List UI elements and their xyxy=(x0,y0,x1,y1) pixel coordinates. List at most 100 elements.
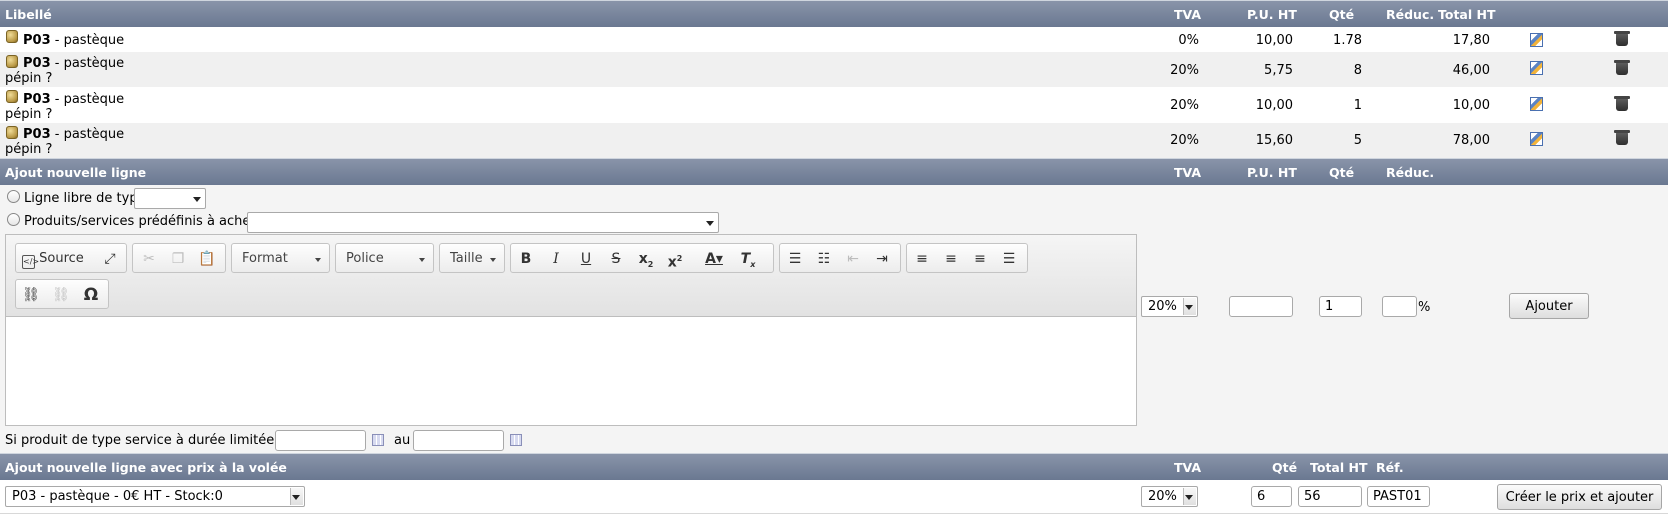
text-color-icon[interactable]: A▾ xyxy=(699,249,729,269)
edit-icon[interactable] xyxy=(1530,61,1543,75)
unlink-icon[interactable]: ⛓ xyxy=(50,285,72,305)
line-pu-ht: 5,75 xyxy=(1264,63,1293,78)
edit-icon[interactable] xyxy=(1530,97,1543,111)
product-cube-icon xyxy=(6,126,18,139)
free-line-type-select[interactable] xyxy=(134,188,206,209)
header-libelle: Libellé xyxy=(5,7,52,22)
predefined-label: Produits/services prédéfinis à acheter xyxy=(24,214,269,229)
predefined-product-select[interactable] xyxy=(247,212,719,233)
italic-icon[interactable]: I xyxy=(545,249,567,269)
line-pu-ht: 10,00 xyxy=(1255,98,1293,113)
paste-icon[interactable]: 📋 xyxy=(197,249,217,269)
remove-format-icon[interactable]: Tx xyxy=(735,249,761,269)
fly-quantity-input[interactable]: 6 xyxy=(1251,486,1292,507)
underline-icon[interactable]: U xyxy=(575,249,597,269)
toolbar-group-styles: B I U S x2 x2 A▾ Tx xyxy=(510,243,774,273)
special-char-icon[interactable]: Ω xyxy=(80,285,102,305)
fly-ref-input[interactable]: PAST01 xyxy=(1367,486,1430,507)
service-dates-label: Si produit de type service à durée limit… xyxy=(5,433,306,448)
numbered-list-icon[interactable]: ☰ xyxy=(784,249,806,269)
delete-icon[interactable] xyxy=(1614,96,1630,111)
quantity-input[interactable]: 1 xyxy=(1319,296,1362,317)
strikethrough-icon[interactable]: S xyxy=(605,249,627,269)
fly-total-input[interactable]: 56 xyxy=(1298,486,1362,507)
toolbar-group-links: ⛓ ⛓ Ω xyxy=(15,279,109,309)
line-ref[interactable]: P03 xyxy=(23,56,51,71)
table-row: P03 - pastèque pépin ? 20% 15,60 5 78,00 xyxy=(0,123,1668,158)
fly-product-select[interactable]: P03 - pastèque - 0€ HT - Stock:0 xyxy=(5,486,305,507)
table-bottom-border xyxy=(0,513,1668,522)
free-line-radio[interactable] xyxy=(7,190,20,203)
line-desc: - pastèque xyxy=(50,56,125,71)
tva-select[interactable]: 20% xyxy=(1141,296,1198,317)
header-reduc: Réduc. xyxy=(1386,165,1435,180)
calendar-icon[interactable] xyxy=(372,434,384,446)
editor-content-area[interactable] xyxy=(6,318,1136,425)
header-total-ht: Total HT xyxy=(1438,7,1496,22)
discount-input[interactable] xyxy=(1382,296,1417,317)
font-combo[interactable]: Police xyxy=(335,243,434,273)
add-line-header: Ajout nouvelle ligne TVA P.U. HT Qté Réd… xyxy=(0,158,1668,185)
line-total-ht: 78,00 xyxy=(1452,133,1490,148)
format-combo[interactable]: Format xyxy=(231,243,330,273)
line-qte: 5 xyxy=(1353,133,1362,148)
toolbar-group-document: </> Source ⤢ xyxy=(15,243,127,273)
edit-icon[interactable] xyxy=(1530,132,1543,146)
line-tva: 20% xyxy=(1170,63,1199,78)
create-price-add-button[interactable]: Créer le prix et ajouter xyxy=(1497,484,1662,510)
line-tva: 20% xyxy=(1170,133,1199,148)
superscript-icon[interactable]: x2 xyxy=(664,249,686,271)
date-to-input[interactable] xyxy=(413,430,504,451)
line-desc: - pastèque xyxy=(50,33,125,48)
line-qte: 8 xyxy=(1353,63,1362,78)
delete-icon[interactable] xyxy=(1614,31,1630,46)
toolbar-group-clipboard: ✂ ❐ 📋 xyxy=(132,243,226,273)
delete-icon[interactable] xyxy=(1614,130,1630,145)
bulleted-list-icon[interactable]: ☷ xyxy=(813,249,835,269)
product-cube-icon xyxy=(6,30,18,43)
table-row: P03 - pastèque pépin ? 20% 5,75 8 46,00 xyxy=(0,52,1668,87)
justify-icon[interactable]: ☰ xyxy=(998,249,1020,269)
predefined-radio[interactable] xyxy=(7,213,20,226)
bold-icon[interactable]: B xyxy=(515,249,537,269)
calendar-icon[interactable] xyxy=(510,434,522,446)
line-tva: 0% xyxy=(1178,33,1199,48)
line-pu-ht: 10,00 xyxy=(1255,33,1293,48)
service-dates-row: Si produit de type service à durée limit… xyxy=(0,428,1668,453)
align-left-icon[interactable]: ≡ xyxy=(911,249,933,269)
align-center-icon[interactable]: ≡ xyxy=(940,249,962,269)
line-total-ht: 17,80 xyxy=(1452,33,1490,48)
header-tva: TVA xyxy=(1174,165,1202,180)
maximize-icon[interactable]: ⤢ xyxy=(100,249,120,269)
line-desc: - pastèque xyxy=(50,92,125,107)
toolbar-group-align: ≡ ≡ ≡ ☰ xyxy=(906,243,1028,273)
copy-icon[interactable]: ❐ xyxy=(168,249,188,269)
line-qte: 1.78 xyxy=(1333,33,1362,48)
line-label: P03 - pastèque xyxy=(23,33,124,48)
indent-icon[interactable]: ⇥ xyxy=(871,249,893,269)
editor-toolbar: </> Source ⤢ ✂ ❐ 📋 Format Police Taille … xyxy=(6,235,1136,317)
outdent-icon[interactable]: ⇤ xyxy=(842,249,864,269)
source-button[interactable]: </> Source xyxy=(22,249,102,269)
add-button[interactable]: Ajouter xyxy=(1509,293,1589,319)
line-ref[interactable]: P03 xyxy=(23,127,51,142)
product-cube-icon xyxy=(6,90,18,103)
date-from-input[interactable] xyxy=(275,430,366,451)
link-icon[interactable]: ⛓ xyxy=(20,285,42,305)
align-right-icon[interactable]: ≡ xyxy=(969,249,991,269)
line-ref[interactable]: P03 xyxy=(23,92,51,107)
product-cube-icon xyxy=(6,55,18,68)
add-line-title: Ajout nouvelle ligne xyxy=(5,165,147,180)
fly-price-form: P03 - pastèque - 0€ HT - Stock:0 20% 6 5… xyxy=(0,480,1668,513)
edit-icon[interactable] xyxy=(1530,33,1543,47)
line-ref[interactable]: P03 xyxy=(23,33,51,48)
unit-price-input[interactable] xyxy=(1229,296,1293,317)
size-combo[interactable]: Taille xyxy=(439,243,505,273)
lines-header: Libellé TVA P.U. HT Qté Réduc. Total HT xyxy=(0,0,1668,27)
fly-tva-select[interactable]: 20% xyxy=(1141,486,1198,507)
cut-icon[interactable]: ✂ xyxy=(139,249,159,269)
line-total-ht: 10,00 xyxy=(1452,98,1490,113)
delete-icon[interactable] xyxy=(1614,60,1630,75)
subscript-icon[interactable]: x2 xyxy=(635,249,657,269)
line-label: P03 - pastèque xyxy=(23,127,124,142)
